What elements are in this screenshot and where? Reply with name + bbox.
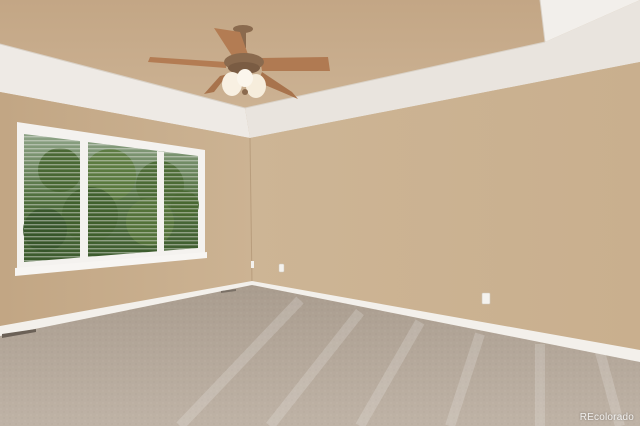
empty-bedroom-photo: REcolorado: [0, 0, 640, 426]
fan-light-globe: [237, 69, 253, 87]
wall-outlet-center: [278, 263, 285, 273]
window-mullion-right: [157, 151, 164, 252]
wall-outlet-left: [251, 261, 254, 268]
room-illustration: [0, 0, 640, 426]
wall-outlet-right: [481, 292, 491, 305]
window-mullion-left: [80, 140, 88, 258]
watermark-text: REcolorado: [579, 412, 634, 423]
fan-blade: [260, 57, 330, 71]
